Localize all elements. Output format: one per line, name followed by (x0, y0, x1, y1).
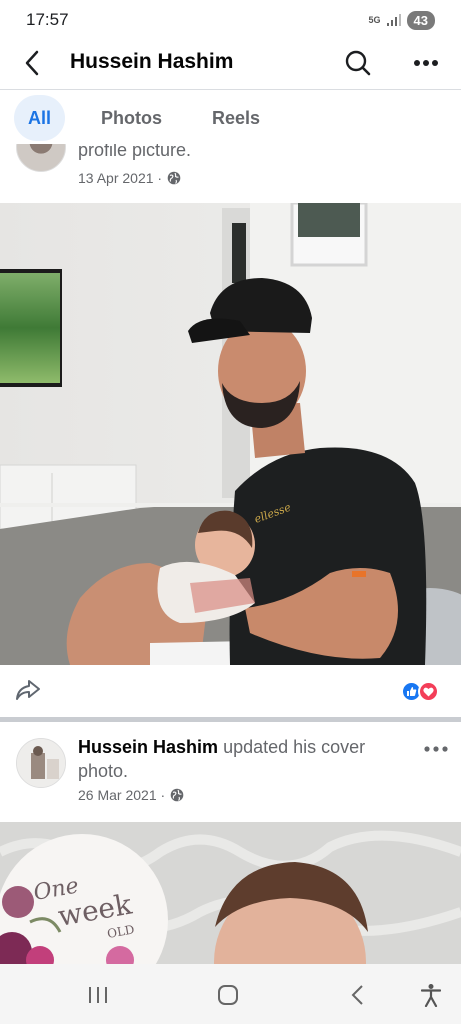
network-indicator: 5G (368, 14, 381, 25)
search-icon (345, 50, 371, 76)
battery-indicator: 43 (406, 10, 435, 30)
share-icon (16, 680, 40, 700)
post-timestamp[interactable]: 26 Mar 2021 · (78, 787, 184, 803)
back-button[interactable] (18, 48, 46, 78)
photo-illustration: ellesse (0, 203, 461, 665)
post-text: profile picture. (78, 144, 192, 160)
status-time: 17:57 (26, 10, 69, 29)
more-options-button[interactable] (410, 48, 442, 78)
accessibility-button[interactable] (413, 980, 449, 1010)
profile-header: Hussein Hashim (0, 40, 461, 86)
avatar-image (17, 739, 65, 787)
back-icon (351, 985, 363, 1005)
avatar[interactable] (16, 738, 66, 788)
search-button[interactable] (343, 48, 373, 78)
home-icon (218, 985, 238, 1005)
avatar[interactable] (16, 144, 66, 172)
recent-apps-button[interactable] (80, 980, 116, 1010)
post-timestamp[interactable]: 13 Apr 2021 · (78, 170, 181, 186)
back-arrow-icon (25, 50, 39, 76)
post-photo[interactable]: One week OLD (0, 822, 461, 964)
tab-photos[interactable]: Photos (87, 95, 176, 141)
screen: 17:57 5G 43 Hussein Hashim All Photos Re… (0, 0, 461, 1024)
post-date: 26 Mar 2021 · (78, 787, 166, 803)
tab-all[interactable]: All (14, 95, 66, 141)
post-separator (0, 717, 461, 722)
post-actions (0, 668, 461, 718)
tab-reels[interactable]: Reels (198, 95, 274, 141)
recent-apps-icon (89, 987, 107, 1003)
share-button[interactable] (14, 678, 44, 704)
status-icons: 5G 43 (368, 10, 435, 30)
globe-icon (170, 788, 184, 802)
system-nav-bar (0, 964, 461, 1024)
post-text: Hussein Hashim updated his cover photo. (78, 735, 408, 783)
post-header: Hussein Hashim updated his cover photo. … (0, 725, 461, 820)
post-date: 13 Apr 2021 · (78, 170, 163, 186)
status-bar: 17:57 5G 43 (0, 0, 461, 40)
accessibility-icon (421, 984, 441, 1007)
page-title: Hussein Hashim (70, 50, 234, 73)
signal-icon (386, 14, 401, 26)
more-icon (414, 60, 438, 66)
post-author-name[interactable]: Hussein Hashim (78, 737, 218, 757)
reaction-summary[interactable] (401, 681, 439, 702)
back-nav-button[interactable] (340, 980, 376, 1010)
photo-illustration: One week OLD (0, 822, 461, 964)
home-button[interactable] (210, 980, 246, 1010)
post-more-button[interactable] (420, 739, 452, 759)
post-photo[interactable]: ellesse (0, 203, 461, 665)
globe-icon (167, 171, 181, 185)
love-reaction-icon (418, 681, 439, 702)
header-divider (0, 89, 461, 90)
post-header: profile picture. 13 Apr 2021 · (0, 144, 461, 200)
profile-tabs: All Photos Reels (14, 94, 274, 142)
more-icon (424, 746, 448, 752)
